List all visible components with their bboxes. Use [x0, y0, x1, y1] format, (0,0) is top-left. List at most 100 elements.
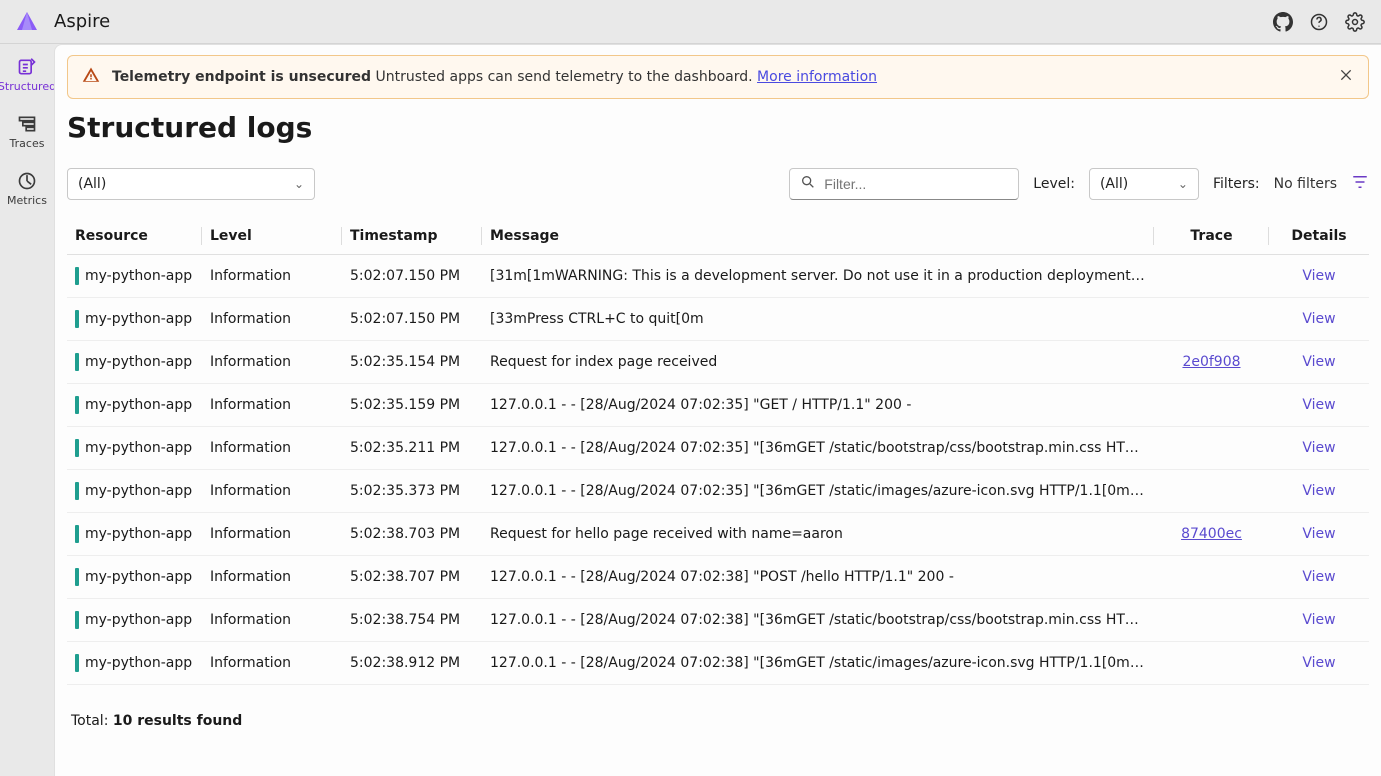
close-icon[interactable]	[1338, 67, 1354, 87]
trace-cell	[1154, 642, 1269, 685]
trace-cell	[1154, 556, 1269, 599]
search-input[interactable]	[789, 168, 1019, 200]
help-icon[interactable]	[1307, 10, 1331, 34]
github-icon[interactable]	[1271, 10, 1295, 34]
resource-name: my-python-app	[85, 483, 192, 499]
sidebar-item-label: Traces	[10, 137, 45, 150]
col-resource[interactable]: Resource	[67, 218, 202, 255]
view-link[interactable]: View	[1302, 268, 1335, 284]
col-trace[interactable]: Trace	[1154, 218, 1269, 255]
resource-filter-value: (All)	[78, 176, 106, 192]
resource-name: my-python-app	[85, 569, 192, 585]
trace-cell	[1154, 427, 1269, 470]
gear-icon[interactable]	[1343, 10, 1367, 34]
search-field[interactable]	[824, 176, 1008, 192]
timestamp-cell: 5:02:35.154 PM	[342, 341, 482, 384]
total-value: 10 results found	[113, 713, 242, 729]
level-cell: Information	[202, 642, 342, 685]
trace-cell	[1154, 599, 1269, 642]
table-row: my-python-appInformation5:02:35.211 PM12…	[67, 427, 1369, 470]
level-cell: Information	[202, 427, 342, 470]
message-cell: [33mPress CTRL+C to quit[0m	[482, 298, 1154, 341]
message-cell: Request for index page received	[482, 341, 1154, 384]
level-cell: Information	[202, 513, 342, 556]
banner-more-link[interactable]: More information	[757, 69, 877, 85]
results-footer: Total: 10 results found	[67, 685, 1369, 739]
trace-cell	[1154, 255, 1269, 298]
view-link[interactable]: View	[1302, 440, 1335, 456]
level-cell: Information	[202, 341, 342, 384]
main-content: Telemetry endpoint is unsecured Untruste…	[54, 44, 1381, 776]
sidebar-item-traces[interactable]: Traces	[0, 111, 54, 152]
timestamp-cell: 5:02:38.912 PM	[342, 642, 482, 685]
level-cell: Information	[202, 384, 342, 427]
level-filter-dropdown[interactable]: (All) ⌄	[1089, 168, 1199, 200]
sidebar-item-metrics[interactable]: Metrics	[0, 168, 54, 209]
message-cell: 127.0.0.1 - - [28/Aug/2024 07:02:38] "[…	[482, 599, 1154, 642]
message-cell: 127.0.0.1 - - [28/Aug/2024 07:02:35] "[…	[482, 427, 1154, 470]
sidebar: Structured Traces Metrics	[0, 44, 54, 776]
table-row: my-python-appInformation5:02:07.150 PM[…	[67, 298, 1369, 341]
resource-name: my-python-app	[85, 612, 192, 628]
resource-accent	[75, 267, 79, 285]
message-cell: 127.0.0.1 - - [28/Aug/2024 07:02:38] "PO…	[482, 556, 1154, 599]
table-row: my-python-appInformation5:02:35.159 PM12…	[67, 384, 1369, 427]
filters-label: Filters:	[1213, 176, 1260, 192]
resource-accent	[75, 439, 79, 457]
col-level[interactable]: Level	[202, 218, 342, 255]
resource-name: my-python-app	[85, 440, 192, 456]
view-link[interactable]: View	[1302, 397, 1335, 413]
resource-accent	[75, 654, 79, 672]
search-icon	[800, 174, 816, 194]
table-row: my-python-appInformation5:02:38.754 PM12…	[67, 599, 1369, 642]
metrics-icon	[16, 170, 38, 192]
view-link[interactable]: View	[1302, 526, 1335, 542]
banner-strong: Telemetry endpoint is unsecured	[112, 69, 371, 85]
col-timestamp[interactable]: Timestamp	[342, 218, 482, 255]
resource-accent	[75, 525, 79, 543]
level-cell: Information	[202, 470, 342, 513]
resource-name: my-python-app	[85, 397, 192, 413]
topbar: Aspire	[0, 0, 1381, 44]
view-link[interactable]: View	[1302, 655, 1335, 671]
sidebar-item-structured[interactable]: Structured	[0, 54, 54, 95]
level-cell: Information	[202, 255, 342, 298]
resource-accent	[75, 353, 79, 371]
resource-accent	[75, 310, 79, 328]
resource-filter-dropdown[interactable]: (All) ⌄	[67, 168, 315, 200]
resource-accent	[75, 568, 79, 586]
timestamp-cell: 5:02:38.707 PM	[342, 556, 482, 599]
resource-name: my-python-app	[85, 655, 192, 671]
view-link[interactable]: View	[1302, 354, 1335, 370]
timestamp-cell: 5:02:38.754 PM	[342, 599, 482, 642]
table-row: my-python-appInformation5:02:38.703 PMRe…	[67, 513, 1369, 556]
sidebar-item-label: Structured	[0, 80, 56, 93]
level-cell: Information	[202, 556, 342, 599]
filter-icon[interactable]	[1351, 173, 1369, 195]
timestamp-cell: 5:02:07.150 PM	[342, 298, 482, 341]
view-link[interactable]: View	[1302, 483, 1335, 499]
timestamp-cell: 5:02:38.703 PM	[342, 513, 482, 556]
table-row: my-python-appInformation5:02:35.154 PMRe…	[67, 341, 1369, 384]
timestamp-cell: 5:02:35.159 PM	[342, 384, 482, 427]
table-row: my-python-appInformation5:02:35.373 PM12…	[67, 470, 1369, 513]
chevron-down-icon: ⌄	[294, 177, 304, 191]
resource-accent	[75, 482, 79, 500]
trace-cell	[1154, 384, 1269, 427]
view-link[interactable]: View	[1302, 612, 1335, 628]
app-logo-icon	[14, 9, 40, 35]
col-details[interactable]: Details	[1269, 218, 1369, 255]
resource-accent	[75, 396, 79, 414]
banner-rest: Untrusted apps can send telemetry to the…	[371, 69, 757, 85]
resource-accent	[75, 611, 79, 629]
view-link[interactable]: View	[1302, 311, 1335, 327]
total-label: Total:	[71, 713, 113, 729]
message-cell: 127.0.0.1 - - [28/Aug/2024 07:02:38] "[…	[482, 642, 1154, 685]
col-message[interactable]: Message	[482, 218, 1154, 255]
table-row: my-python-app Information5:02:38.912 PM12…	[67, 642, 1369, 685]
timestamp-cell: 5:02:07.150 PM	[342, 255, 482, 298]
view-link[interactable]: View	[1302, 569, 1335, 585]
trace-link[interactable]: 87400ec	[1181, 526, 1242, 542]
resource-name: my-python-app	[85, 311, 192, 327]
trace-link[interactable]: 2e0f908	[1182, 354, 1240, 370]
